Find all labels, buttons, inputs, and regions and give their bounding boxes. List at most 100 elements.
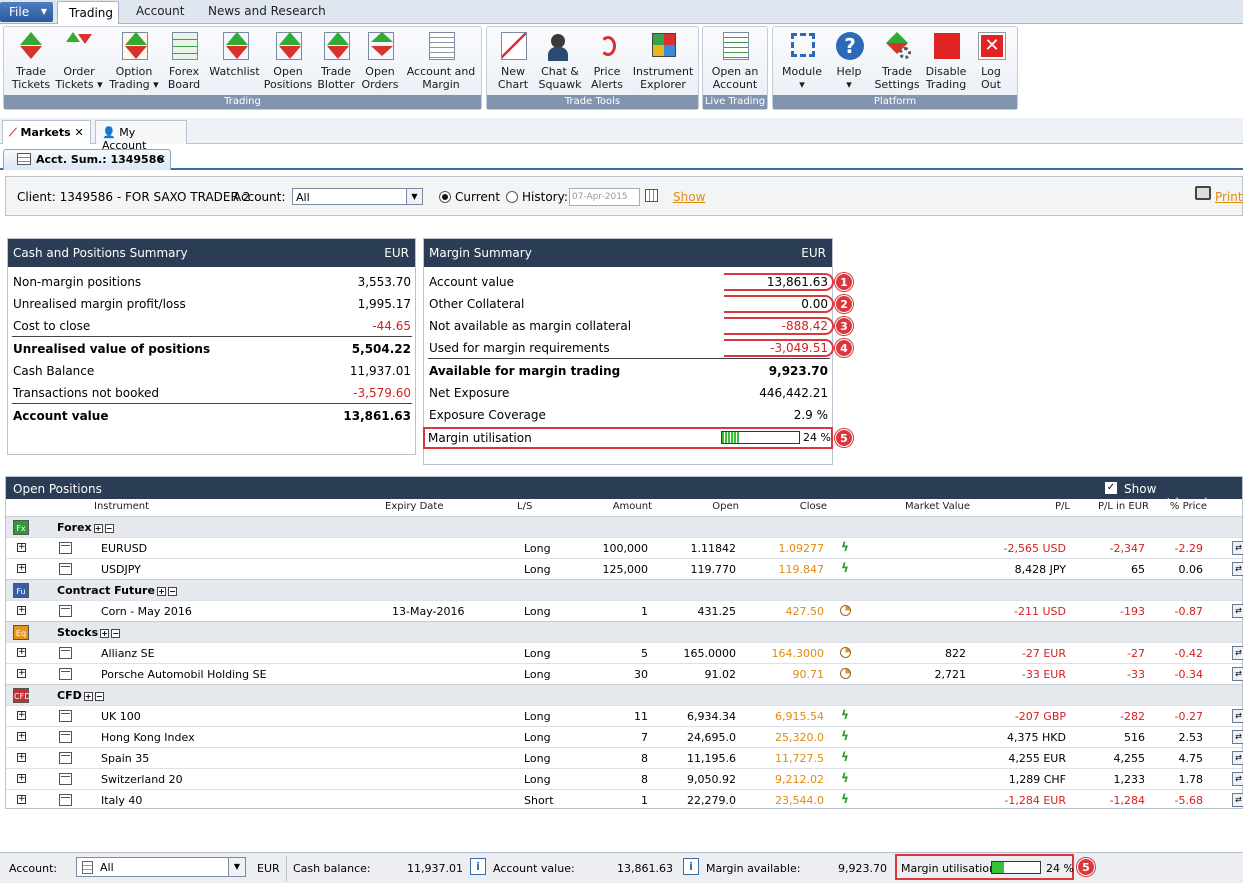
tab-news-research[interactable]: News and Research — [208, 4, 326, 18]
column-header[interactable]: Instrument — [94, 501, 149, 512]
trade-ticket-icon[interactable] — [59, 710, 72, 722]
table-row[interactable]: + Allianz SE Long 5 165.0000 164.3000 822 -27 E… — [6, 642, 1243, 663]
table-row[interactable]: + USDJPY Long 125,000 119.770 119.847 ϟ 8,428 J… — [6, 558, 1243, 579]
trade-ticket-icon[interactable] — [59, 752, 72, 764]
row-action-icon[interactable]: ⇄ — [1232, 793, 1243, 807]
trade-ticket-icon[interactable] — [59, 731, 72, 743]
column-header[interactable]: Amount — [613, 501, 652, 512]
collapse-icon[interactable]: − — [111, 628, 121, 638]
group-row[interactable]: Fu Contract Future + − — [6, 579, 1242, 600]
watchlist-button[interactable]: Watchlist — [207, 30, 262, 78]
column-header[interactable]: Expiry Date — [385, 501, 443, 512]
trade-blotter-button[interactable]: Trade Blotter — [315, 30, 357, 91]
chevron-down-icon[interactable]: ▼ — [406, 189, 422, 204]
forex-board-button[interactable]: Forex Board — [164, 30, 204, 91]
collapse-icon[interactable]: − — [94, 691, 104, 701]
expand-icon[interactable]: + — [17, 795, 26, 804]
print-link[interactable]: Print — [1215, 190, 1243, 204]
expand-icon[interactable]: + — [17, 648, 26, 657]
open-positions-button[interactable]: Open Positions — [262, 30, 314, 91]
chevron-down-icon[interactable]: ▼ — [228, 858, 245, 876]
trade-ticket-icon[interactable] — [59, 647, 72, 659]
current-radio[interactable] — [439, 191, 451, 203]
show-closed-checkbox[interactable]: ✓ — [1105, 482, 1117, 494]
row-action-icon[interactable]: ⇄ — [1232, 730, 1243, 744]
table-row[interactable]: + Hong Kong Index Long 7 24,695.0 25,320.0 ϟ 4,… — [6, 726, 1243, 747]
order-tickets-button[interactable]: Order Tickets ▾ — [54, 30, 104, 91]
info-icon[interactable]: i — [470, 858, 486, 875]
expand-icon[interactable]: + — [93, 523, 103, 533]
tab-account-summary[interactable]: Acct. Sum.: 1349586 ✕ — [3, 149, 171, 170]
module-button[interactable]: Module ▾ — [779, 30, 825, 91]
expand-icon[interactable]: + — [17, 711, 26, 720]
close-icon[interactable]: ✕ — [74, 126, 83, 139]
expand-icon[interactable]: + — [17, 606, 26, 615]
group-row[interactable]: CFD CFD + − — [6, 684, 1242, 705]
status-account-select[interactable]: All ▼ — [76, 857, 246, 877]
row-action-icon[interactable]: ⇄ — [1232, 604, 1243, 618]
chat-squawk-button[interactable]: Chat & Squawk — [537, 30, 583, 91]
help-button[interactable]: ? Help ▾ — [829, 30, 869, 91]
table-row[interactable]: + Corn - May 2016 13-May-2016 Long 1 431.25 42… — [6, 600, 1243, 621]
column-header[interactable]: % Price — [1170, 501, 1207, 512]
account-margin-button[interactable]: Account and Margin — [404, 30, 478, 91]
info-icon[interactable]: i — [683, 858, 699, 875]
expand-icon[interactable]: + — [17, 732, 26, 741]
row-action-icon[interactable]: ⇄ — [1232, 667, 1243, 681]
expand-icon[interactable]: + — [83, 691, 93, 701]
file-menu-button[interactable]: File ▼ — [0, 2, 53, 22]
expand-icon[interactable]: + — [156, 586, 166, 596]
printer-icon[interactable] — [1195, 186, 1211, 200]
expand-icon[interactable]: + — [17, 564, 26, 573]
tab-my-account[interactable]: 👤 My Account — [95, 120, 187, 152]
trade-settings-button[interactable]: Trade Settings — [873, 30, 921, 91]
column-header[interactable]: P/L in EUR — [1098, 501, 1149, 512]
expand-icon[interactable]: + — [17, 669, 26, 678]
row-action-icon[interactable]: ⇄ — [1232, 562, 1243, 576]
table-row[interactable]: + EURUSD Long 100,000 1.11842 1.09277 ϟ -2,565 … — [6, 537, 1243, 558]
table-row[interactable]: + Porsche Automobil Holding SE Long 30 91.02… — [6, 663, 1243, 684]
tab-trading[interactable]: Trading — [57, 1, 119, 25]
row-action-icon[interactable]: ⇄ — [1232, 541, 1243, 555]
trade-ticket-icon[interactable] — [59, 605, 72, 617]
new-chart-button[interactable]: New Chart — [492, 30, 534, 91]
column-header[interactable]: P/L — [1055, 501, 1070, 512]
row-action-icon[interactable]: ⇄ — [1232, 646, 1243, 660]
column-header[interactable]: Close — [800, 501, 827, 512]
table-row[interactable]: + UK 100 Long 11 6,934.34 6,915.54 ϟ -207 GBP -2… — [6, 705, 1243, 726]
collapse-icon[interactable]: − — [104, 523, 114, 533]
tab-account[interactable]: Account — [136, 4, 184, 18]
trade-tickets-button[interactable]: Trade Tickets — [8, 30, 54, 91]
column-header[interactable]: L/S — [517, 501, 532, 512]
row-action-icon[interactable]: ⇄ — [1232, 709, 1243, 723]
history-date-input[interactable]: 07-Apr-2015 — [569, 188, 640, 206]
expand-icon[interactable]: + — [17, 543, 26, 552]
disable-trading-button[interactable]: Disable Trading — [923, 30, 969, 91]
trade-ticket-icon[interactable] — [59, 563, 72, 575]
log-out-button[interactable]: ✕ Log Out — [973, 30, 1009, 91]
collapse-icon[interactable]: − — [167, 586, 177, 596]
expand-icon[interactable]: + — [17, 753, 26, 762]
price-alerts-button[interactable]: Price Alerts — [586, 30, 628, 91]
column-header[interactable]: Market Value — [905, 501, 970, 512]
trade-ticket-icon[interactable] — [59, 542, 72, 554]
expand-icon[interactable]: + — [17, 774, 26, 783]
instrument-explorer-button[interactable]: Instrument Explorer — [631, 30, 695, 91]
row-action-icon[interactable]: ⇄ — [1232, 772, 1243, 786]
open-orders-button[interactable]: Open Orders — [359, 30, 401, 91]
expand-icon[interactable]: + — [100, 628, 110, 638]
group-row[interactable]: Eq Stocks + − — [6, 621, 1242, 642]
trade-ticket-icon[interactable] — [59, 794, 72, 806]
row-action-icon[interactable]: ⇄ — [1232, 751, 1243, 765]
trade-ticket-icon[interactable] — [59, 668, 72, 680]
history-radio[interactable] — [506, 191, 518, 203]
table-row[interactable]: + Spain 35 Long 8 11,195.6 11,727.5 ϟ 4,255 EUR… — [6, 747, 1243, 768]
table-row[interactable]: + Italy 40 Short 1 22,279.0 23,544.0 ϟ -1,284 E… — [6, 789, 1243, 810]
option-trading-button[interactable]: Option Trading ▾ — [108, 30, 160, 91]
table-row[interactable]: + Switzerland 20 Long 8 9,050.92 9,212.02 ϟ 1,2… — [6, 768, 1243, 789]
trade-ticket-icon[interactable] — [59, 773, 72, 785]
column-header[interactable]: Open — [712, 501, 739, 512]
calendar-icon[interactable] — [645, 189, 658, 202]
open-account-button[interactable]: Open an Account — [707, 30, 763, 91]
tab-markets[interactable]: ⟋ Markets ✕ — [2, 120, 91, 144]
